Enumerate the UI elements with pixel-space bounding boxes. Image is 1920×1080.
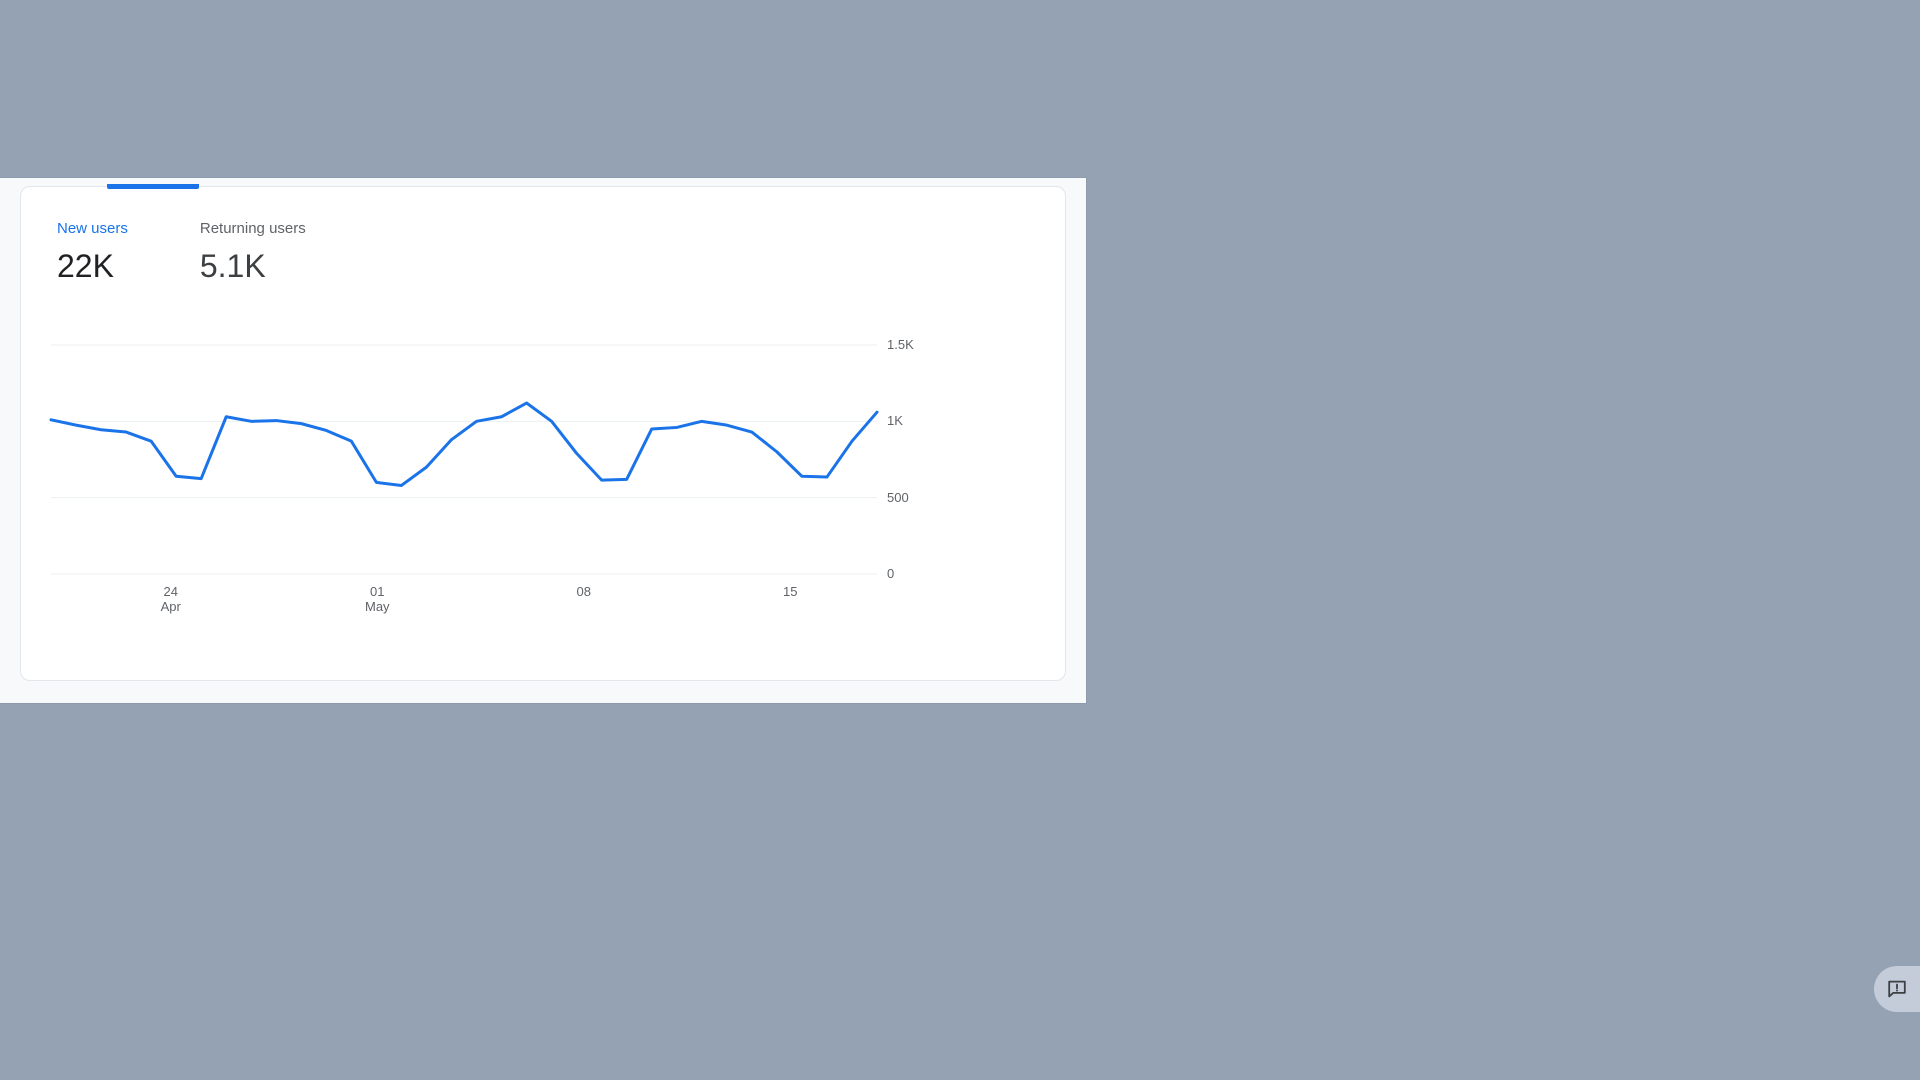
chevron-down-icon[interactable] [1636, 47, 1646, 53]
add-comparison-button[interactable]: Add comparison + [150, 92, 303, 124]
y-axis-tick: 40.0% [1094, 1018, 1131, 1034]
card-user-retention-by-cohort[interactable]: User retention by cohort 10% 8% 6% 4% 2% 0% 24… [1100, 186, 1900, 681]
y-axis-tick: 500 [887, 489, 909, 505]
plus-icon: + [276, 98, 287, 118]
chart-new-users-trend[interactable]: 1.5K 1K 500 0 24 Apr 01 May 08 15 [49, 337, 1037, 634]
y-axis-tick: 1K [887, 413, 903, 429]
metric-tabs: New users 22K Returning users 5.1K [57, 219, 306, 285]
tab-new-users-value: 22K [57, 248, 114, 284]
edit-chart-icon[interactable] [1685, 30, 1731, 70]
date-range-label: 20 Apr - 17 May 2022 [1444, 39, 1626, 60]
active-tab-indicator [107, 184, 199, 189]
card-title-retention-by-cohort: User retention by cohort [1131, 215, 1302, 239]
x-axis-tick: 15 [1676, 517, 1691, 532]
card-user-engagement[interactable]: User engagement 1m 20s 1m 00s 0m 40s [1300, 750, 1900, 1080]
chart-engagement-by-cohort[interactable]: 5m 00s 3m 20s 1m 40s [50, 823, 611, 1080]
title-row: Retention overview [26, 28, 355, 64]
tab-returning-users-label: Returning users [199, 220, 306, 237]
date-range-selector[interactable]: Last 28 days 20 Apr - 17 May 2022 [1354, 39, 1660, 61]
x-axis-tick: 01 May [364, 584, 390, 614]
card-title-engagement-by-cohort: User engagement by cohort [51, 779, 249, 803]
card-title-user-engagement: User engagement [1331, 779, 1459, 803]
y-axis-tick: 10% [1759, 253, 1786, 268]
y-axis-tick: 8% [1759, 302, 1778, 318]
y-axis-tick: 5m 00s [501, 874, 544, 890]
x-axis-tick: 24 Apr [160, 584, 181, 614]
y-axis-tick: 100.0% [1094, 854, 1139, 870]
header-toolbar: Last 28 days 20 Apr - 17 May 2022 [1354, 30, 1894, 70]
y-axis-tick: 1m 20s [1709, 877, 1752, 893]
toolbar-divider [1672, 37, 1673, 63]
spotlight-card-host: New users 22K Returning users 5.1K 1.5K 1… [0, 178, 1086, 703]
card-user-engagement-by-cohort[interactable]: User engagement by cohort 5m 00s 3m 20s 1m… [20, 750, 687, 1080]
y-axis-tick: 0m 40s [1709, 975, 1752, 991]
share-icon[interactable] [1731, 30, 1777, 70]
data-quality-status-button[interactable] [294, 29, 355, 63]
toolbar-divider [1835, 37, 1836, 63]
y-axis-tick: 3m 20s [501, 940, 544, 956]
chart-user-retention[interactable]: 100.0% 80.0% 60.0% 40.0% [732, 823, 1214, 1080]
chart-retention-by-cohort[interactable]: 10% 8% 6% 4% 2% 0% 24 Apr 01 May 08 15 [1123, 253, 1865, 565]
y-axis-tick: 6% [1759, 351, 1778, 367]
date-range-badge: Last 28 days [1354, 40, 1435, 60]
y-axis-tick: 1m 40s [501, 1006, 544, 1022]
check-circle-icon [304, 35, 326, 57]
x-axis-tick: 08 [576, 584, 591, 599]
y-axis-tick: 80.0% [1094, 909, 1131, 925]
x-axis-tick: 08 [1520, 517, 1535, 532]
tab-returning-users[interactable]: Returning users 5.1K [200, 219, 306, 285]
avatar: A [31, 96, 55, 120]
y-axis-tick: 60.0% [1094, 963, 1131, 979]
comparison-chip-row: A All Users Add comparison + [26, 92, 303, 124]
chip-all-users[interactable]: A All Users [26, 92, 137, 124]
feedback-button[interactable] [1874, 966, 1920, 1012]
x-axis-tick: 15 [783, 584, 798, 599]
feedback-icon [1888, 980, 1906, 998]
insights-icon[interactable] [1777, 30, 1823, 70]
y-axis-tick: 1.5K [887, 337, 914, 352]
tab-new-users-label: New users [57, 220, 128, 237]
pencil-edit-icon[interactable] [1848, 30, 1894, 70]
chevron-down-icon[interactable] [333, 43, 344, 49]
y-axis-tick: 4% [1759, 400, 1778, 416]
card-user-retention[interactable]: User retention 100.0% 80.0% 60.0% 40.0% [703, 750, 1286, 1080]
x-axis-tick: 24 Apr [1205, 517, 1226, 547]
y-axis-tick: 0% [1759, 499, 1778, 514]
card-title-user-retention: User retention [734, 779, 835, 803]
tab-returning-users-value: 5.1K [199, 248, 266, 284]
y-axis-tick: 2% [1759, 449, 1778, 465]
card-new-returning-users[interactable]: New users 22K Returning users 5.1K 1.5K 1… [20, 184, 1066, 681]
add-comparison-label: Add comparison [166, 100, 268, 116]
y-axis-tick: 1m 00s [1709, 926, 1752, 942]
x-axis-tick: 01 May [1359, 517, 1384, 547]
chart-user-engagement[interactable]: 1m 20s 1m 00s 0m 40s [1329, 823, 1821, 1080]
y-axis-tick: 0 [887, 566, 895, 581]
chip-all-users-label: All Users [64, 100, 121, 116]
tab-new-users[interactable]: New users 22K [57, 219, 128, 285]
page-header: Retention overview A All Users Add compa… [0, 0, 1920, 178]
app-root: Retention overview A All Users Add compa… [0, 0, 1920, 1080]
page-title: Retention overview [26, 29, 283, 62]
